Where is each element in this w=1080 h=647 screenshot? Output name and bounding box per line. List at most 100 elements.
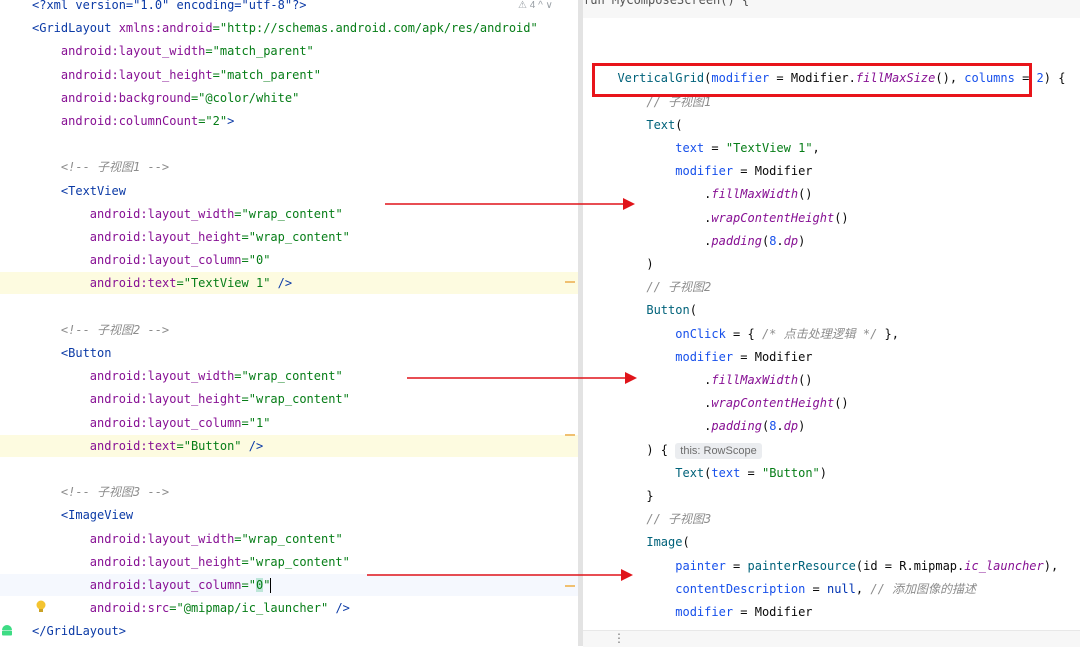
code-line[interactable] xyxy=(0,133,578,155)
code-line[interactable]: android:layout_height="wrap_content" xyxy=(0,388,578,410)
code-line[interactable]: <ImageView xyxy=(0,504,578,526)
code-line[interactable]: Text( xyxy=(583,114,1080,136)
code-token: android:columnCount xyxy=(60,114,199,128)
inlay-hint: this: RowScope xyxy=(675,442,762,459)
code-token: modifier xyxy=(675,605,734,619)
code-token: ) { xyxy=(646,442,676,457)
code-line[interactable]: android:src="@mipmap/ic_launcher" /> xyxy=(0,597,578,636)
code-token: android:layout_width xyxy=(89,369,235,384)
code-line[interactable]: android:background="@color/white" xyxy=(0,87,578,109)
code-token: () xyxy=(834,210,849,225)
code-token: android:layout_width xyxy=(89,531,235,546)
code-line[interactable] xyxy=(0,296,578,318)
code-line[interactable]: .padding(8.dp) xyxy=(583,415,1080,437)
code-line[interactable]: android:layout_width="wrap_content" xyxy=(0,528,578,550)
code-token: ="@color/white" xyxy=(190,90,300,105)
code-token: android:layout_width xyxy=(89,206,235,221)
code-token: android:layout_height xyxy=(89,392,242,407)
code-line[interactable]: ) xyxy=(583,253,1080,275)
code-token: /* 点击处理逻辑 */ xyxy=(761,326,878,341)
code-line[interactable]: android:layout_width="match_parent" xyxy=(0,40,578,62)
code-line[interactable]: </GridLayout> xyxy=(0,620,578,642)
code-token: ="TextView 1" xyxy=(176,276,271,291)
code-line[interactable]: <!-- 子视图3 --> xyxy=(0,481,578,503)
code-line[interactable]: android:layout_height="match_parent" xyxy=(0,64,578,86)
code-line[interactable]: .padding(8.dp) xyxy=(583,230,1080,252)
code-token: wrapContentHeight xyxy=(711,210,835,225)
code-line[interactable]: Image( xyxy=(583,531,1080,553)
code-token: <GridLayout xyxy=(32,21,119,36)
right-editor-top-strip: fun MyComposeScreen() { xyxy=(583,0,1080,18)
code-token: . xyxy=(603,210,712,225)
code-token: () xyxy=(834,396,849,411)
inspection-warning-badge[interactable]: ⚠ 4 ^ ∨ xyxy=(518,0,553,14)
xml-editor-pane[interactable]: <?xml version="1.0" encoding="utf-8"?> <G… xyxy=(0,0,578,646)
code-token: ="wrap_content" xyxy=(234,369,343,384)
code-line[interactable] xyxy=(0,458,578,480)
code-token: </GridLayout> xyxy=(32,624,126,639)
code-token: text xyxy=(675,141,705,155)
code-line[interactable]: modifier = Modifier xyxy=(583,601,1080,623)
code-token: " xyxy=(263,578,271,592)
code-token: ) xyxy=(646,257,654,271)
code-token: = Modifier xyxy=(733,349,813,364)
code-line[interactable]: android:columnCount="2"> xyxy=(0,110,578,132)
code-line[interactable]: .wrapContentHeight() xyxy=(583,392,1080,414)
code-line[interactable]: painter = painterResource(id = R.mipmap.… xyxy=(583,555,1080,577)
code-token: modifier xyxy=(675,349,734,364)
code-line[interactable]: } xyxy=(583,485,1080,507)
code-line[interactable]: .fillMaxWidth() xyxy=(583,183,1080,205)
code-line[interactable]: onClick = { /* 点击处理逻辑 */ }, xyxy=(583,323,1080,345)
code-line[interactable]: <!-- 子视图2 --> xyxy=(0,319,578,341)
code-line[interactable]: .fillMaxWidth() xyxy=(583,369,1080,391)
code-line[interactable]: Text(text = "Button") xyxy=(583,462,1080,484)
code-line[interactable]: android:layout_column="1" xyxy=(0,412,578,434)
code-token: ) xyxy=(798,233,806,248)
code-line[interactable]: android:text="Button" /> xyxy=(0,434,578,457)
code-line[interactable]: // 子视图3 xyxy=(583,508,1080,530)
arrow-textview xyxy=(385,198,635,210)
code-token: android:layout_height xyxy=(60,67,213,82)
code-token: android:layout_height xyxy=(89,554,242,569)
vertical-grid-highlight-box xyxy=(592,63,1032,97)
more-options-icon[interactable]: ⋮ xyxy=(613,631,625,645)
code-line[interactable]: android:layout_column="0" xyxy=(0,249,578,271)
code-line[interactable]: android:text="TextView 1" /> xyxy=(0,272,578,295)
code-token: ( xyxy=(682,535,690,550)
code-line[interactable]: <Button xyxy=(0,342,578,364)
code-token: ="match_parent" xyxy=(212,67,321,82)
code-token: . xyxy=(603,419,712,434)
code-line[interactable]: modifier = Modifier xyxy=(583,346,1080,368)
code-token: = xyxy=(740,465,762,480)
code-line[interactable]: <?xml version="1.0" encoding="utf-8"?> xyxy=(0,0,578,16)
code-line[interactable]: <GridLayout xmlns:android="http://schema… xyxy=(0,17,578,39)
code-token: dp xyxy=(783,233,799,248)
code-token: > xyxy=(227,114,235,128)
code-line[interactable]: contentDescription = null, // 添加图像的描述 xyxy=(583,578,1080,600)
code-line[interactable]: // 子视图2 xyxy=(583,276,1080,298)
truncated-function-header: fun MyComposeScreen() { xyxy=(583,0,750,7)
code-token: ic_launcher xyxy=(964,558,1044,573)
code-token: ="2" xyxy=(198,114,228,128)
code-line[interactable]: modifier = Modifier xyxy=(583,160,1080,182)
code-line[interactable]: android:layout_height="wrap_content" xyxy=(0,226,578,248)
code-line[interactable]: text = "TextView 1", xyxy=(583,137,1080,159)
code-line[interactable]: .wrapContentHeight() xyxy=(583,207,1080,229)
code-line[interactable]: <!-- 子视图1 --> xyxy=(0,156,578,178)
code-token: =" xyxy=(241,578,256,592)
code-token: dp xyxy=(783,419,799,434)
scroll-marker xyxy=(565,281,575,283)
code-line[interactable]: Button( xyxy=(583,299,1080,321)
code-line[interactable]: ) { this: RowScope xyxy=(583,439,1080,461)
code-line[interactable] xyxy=(583,21,1080,43)
